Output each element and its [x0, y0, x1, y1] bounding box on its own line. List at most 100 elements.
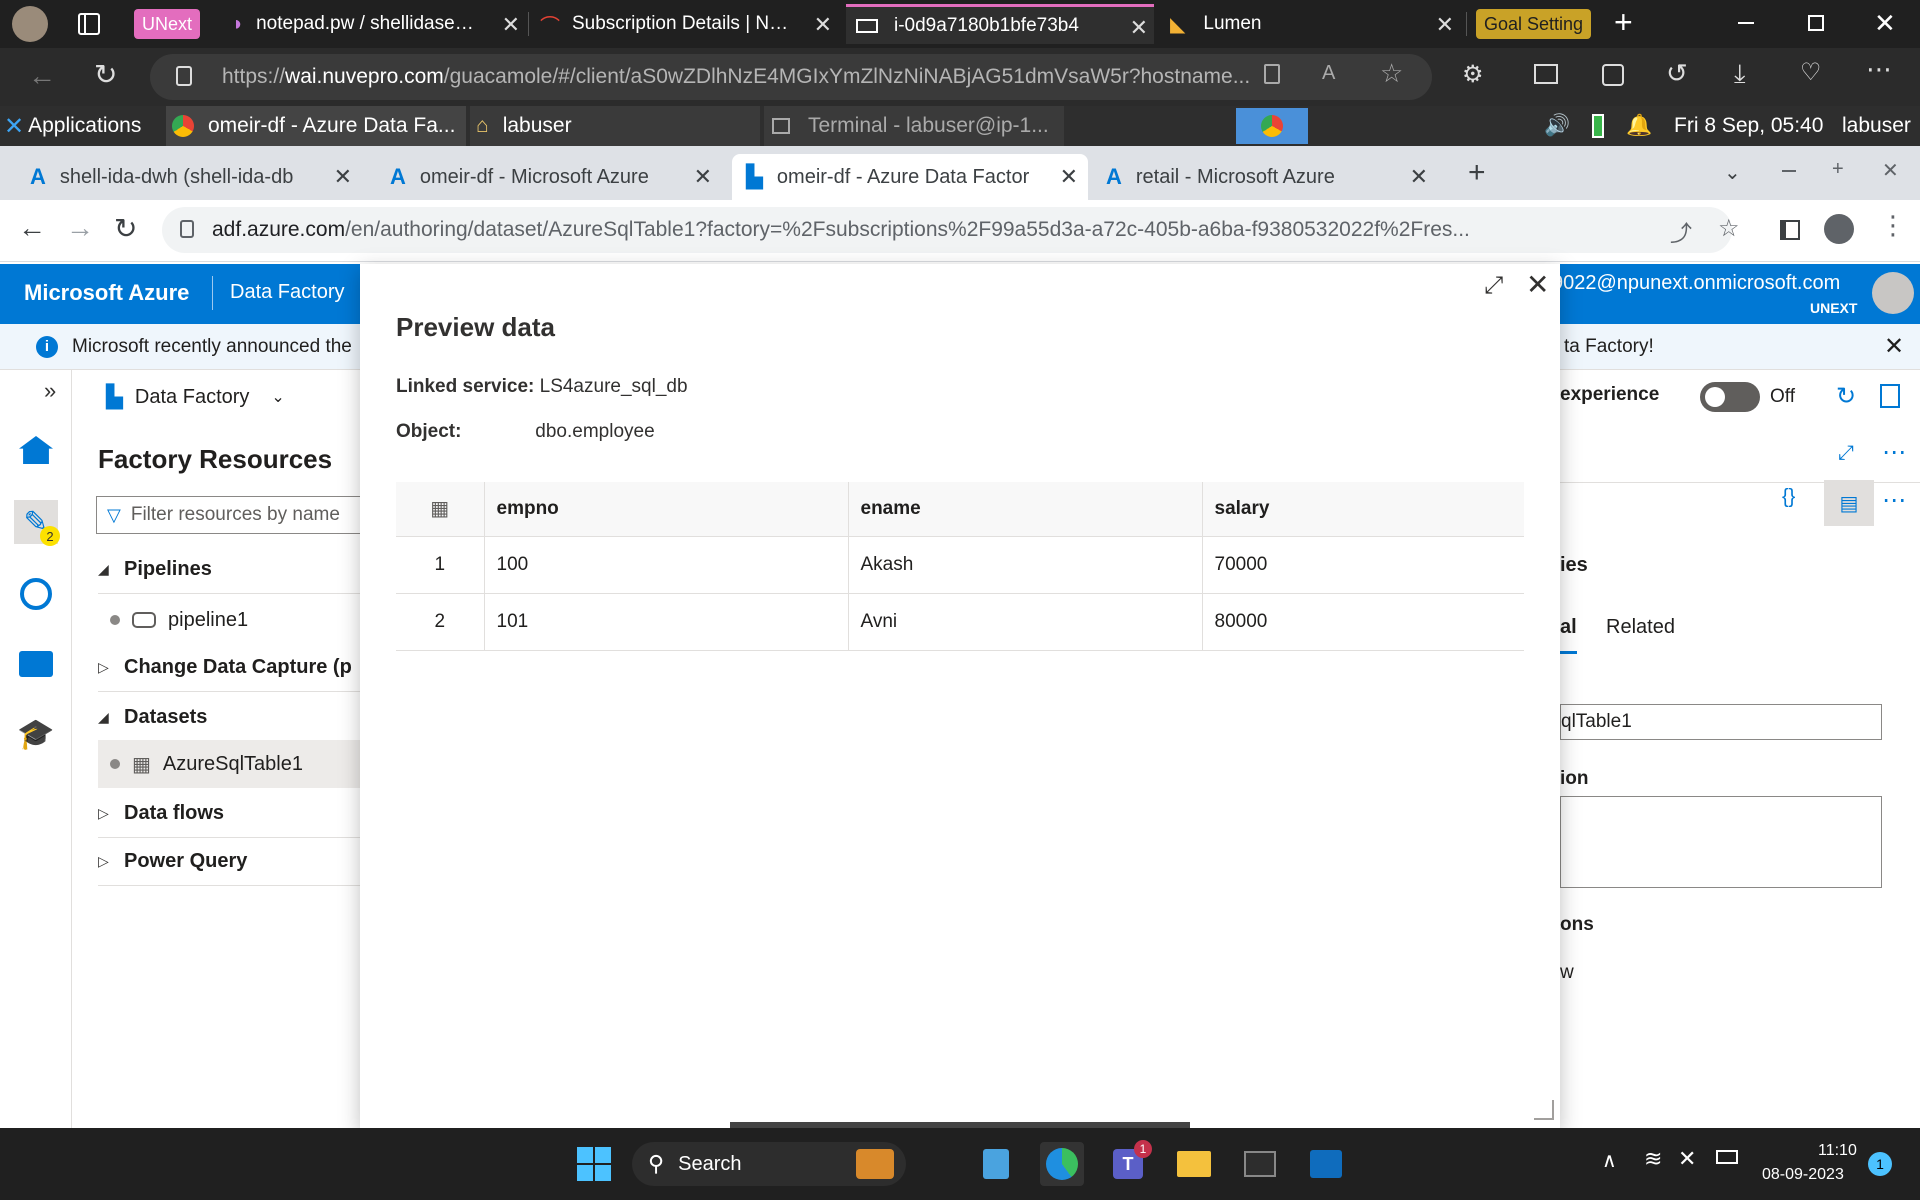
expand-nav-icon[interactable]: » [44, 378, 56, 404]
chrome-maximize-icon[interactable]: + [1832, 158, 1844, 181]
minimize-icon[interactable] [1738, 22, 1754, 24]
performance-icon[interactable]: ♡ [1800, 58, 1822, 87]
share-icon[interactable]: ⤴ [1670, 216, 1692, 248]
tab-general[interactable]: al [1560, 616, 1577, 654]
manage-toolbox-icon[interactable] [14, 642, 58, 686]
account-email[interactable]: 9022@npunext.onmicrosoft.com [1552, 272, 1840, 295]
column-header-ename[interactable]: ename [847, 482, 1202, 537]
more-options-icon[interactable]: ⋯ [1882, 486, 1906, 515]
azure-brand[interactable]: Microsoft Azure [24, 280, 189, 306]
name-field[interactable]: qlTable1 [1560, 704, 1882, 740]
notepad-icon[interactable] [974, 1142, 1018, 1186]
notification-bell-icon[interactable]: 🔔 [1626, 106, 1652, 146]
resize-grip-icon[interactable] [1534, 1100, 1554, 1120]
show-hidden-icons[interactable]: ∧ [1602, 1148, 1617, 1173]
chrome-tab-retail[interactable]: A retail - Microsoft Azure ✕ [1098, 154, 1438, 200]
chrome-profile-icon[interactable] [1824, 214, 1854, 244]
bookmark-star-icon[interactable]: ☆ [1718, 214, 1740, 243]
edge-tab-instance[interactable]: i-0d9a7180b1bfe73b4 ✕ [846, 4, 1154, 44]
profile-avatar[interactable] [12, 6, 48, 42]
more-icon[interactable]: ⋯ [1882, 438, 1906, 467]
wifi-icon[interactable]: ≋ [1644, 1146, 1662, 1172]
code-braces-icon[interactable]: {} [1782, 486, 1795, 509]
experience-toggle[interactable] [1700, 382, 1760, 412]
restore-icon[interactable] [1808, 15, 1824, 31]
tab-search-icon[interactable]: ⌄ [1724, 160, 1741, 185]
side-panel-icon[interactable] [1780, 220, 1800, 240]
service-name[interactable]: Data Factory [230, 281, 344, 304]
learning-center-icon[interactable]: 🎓 [14, 712, 58, 756]
panel-window-chrome[interactable]: omeir-df - Azure Data Fa... [166, 106, 466, 146]
chrome-back-icon[interactable]: ← [18, 212, 46, 244]
close-icon[interactable]: ✕ [694, 164, 712, 190]
discard-icon[interactable] [1880, 384, 1900, 408]
panel-window-labuser[interactable]: ⌂ labuser [470, 106, 760, 146]
filter-resources-input[interactable]: ▽ Filter resources by name [96, 496, 362, 534]
refresh-icon[interactable]: ↻ [94, 58, 117, 91]
close-icon[interactable]: ✕ [1060, 164, 1078, 190]
close-icon[interactable]: ✕ [502, 12, 520, 38]
tab-related[interactable]: Related [1606, 616, 1675, 639]
read-aloud-icon[interactable]: A [1322, 62, 1335, 85]
maximize-dialog-icon[interactable]: ⤢ [1484, 272, 1503, 300]
panel-user[interactable]: labuser [1842, 106, 1911, 146]
tree-datasets[interactable]: ◢ Datasets [98, 694, 362, 742]
panel-clock[interactable]: Fri 8 Sep, 05:40 [1674, 106, 1823, 146]
chrome-close-icon[interactable]: ✕ [1882, 158, 1899, 183]
tree-change-data-capture[interactable]: ▷ Change Data Capture (p [98, 644, 362, 692]
description-field[interactable] [1560, 796, 1882, 888]
tree-item-azuresqltable1[interactable]: ▦ AzureSqlTable1 [98, 740, 362, 788]
notification-count-badge[interactable]: 1 [1868, 1152, 1892, 1176]
refresh-icon[interactable]: ↻ [1836, 382, 1856, 411]
new-tab-button[interactable]: + [1614, 4, 1633, 41]
back-icon[interactable]: ← [28, 60, 56, 92]
extensions-icon[interactable]: ⚙ [1462, 60, 1484, 89]
favorite-star-icon[interactable]: ☆ [1380, 58, 1403, 89]
close-icon[interactable]: ✕ [1130, 15, 1148, 41]
goal-setting-chip[interactable]: Goal Setting [1476, 9, 1592, 39]
split-screen-icon[interactable] [1534, 64, 1558, 84]
battery-icon[interactable] [1716, 1150, 1738, 1164]
edge-icon[interactable] [1040, 1142, 1084, 1186]
column-header-salary[interactable]: salary [1201, 482, 1524, 537]
file-explorer-icon[interactable] [1172, 1142, 1216, 1186]
clipboard-icon[interactable] [1264, 64, 1280, 84]
history-icon[interactable]: ↺ [1666, 58, 1688, 89]
outlook-icon[interactable] [1304, 1142, 1348, 1186]
monitor-icon[interactable] [14, 572, 58, 616]
more-options-icon[interactable]: ⋯ [1866, 54, 1892, 85]
tree-item-pipeline1[interactable]: pipeline1 [98, 596, 362, 644]
close-dialog-icon[interactable]: ✕ [1526, 268, 1549, 301]
chrome-tab-omeir-adf[interactable]: ▙ omeir-df - Azure Data Factor ✕ [732, 154, 1088, 200]
chrome-new-tab-button[interactable]: + [1468, 156, 1486, 190]
close-icon[interactable]: ✕ [814, 12, 832, 38]
close-icon[interactable]: ✕ [334, 164, 352, 190]
chrome-refresh-icon[interactable]: ↻ [114, 212, 137, 245]
chrome-tab-omeir-azure[interactable]: A omeir-df - Microsoft Azure ✕ [382, 154, 722, 200]
battery-icon[interactable] [1592, 114, 1604, 138]
chrome-menu-icon[interactable]: ⋮ [1880, 210, 1906, 241]
chrome-tab-shell-ida[interactable]: A shell-ida-dwh (shell-ida-db ✕ [22, 154, 362, 200]
author-pencil-icon[interactable]: ✎ 2 [14, 500, 60, 546]
expand-icon[interactable]: ⤢ [1838, 442, 1854, 465]
tree-power-query[interactable]: ▷ Power Query [98, 838, 362, 886]
taskbar-time[interactable]: 11:10 [1818, 1142, 1857, 1160]
unext-chip[interactable]: UNext [134, 9, 201, 39]
edge-tab-subscription[interactable]: ⌒ Subscription Details | Nuvepro ✕ [534, 4, 838, 44]
chrome-forward-icon[interactable]: → [66, 212, 94, 244]
edge-tab-lumen[interactable]: ◣ Lumen ✕ [1162, 4, 1460, 44]
chrome-url-field[interactable]: adf.azure.com/en/authoring/dataset/Azure… [162, 207, 1732, 253]
applications-menu[interactable]: ✕ Applications [4, 106, 141, 146]
edge-tab-notepad[interactable]: ◗ notepad.pw / shellidasep23 ✕ [226, 4, 526, 44]
close-icon[interactable]: ✕ [1436, 12, 1454, 38]
close-icon[interactable]: ✕ [1410, 164, 1428, 190]
taskbar-date[interactable]: 08-09-2023 [1762, 1166, 1844, 1184]
user-avatar[interactable] [1872, 272, 1914, 314]
data-factory-dropdown[interactable]: ▙ Data Factory ⌄ [106, 384, 285, 410]
volume-muted-icon[interactable]: ✕ [1678, 1146, 1696, 1172]
taskbar-search[interactable]: ⚲ Search [632, 1142, 906, 1186]
workspace-switcher[interactable] [1236, 108, 1308, 144]
column-header-empno[interactable]: empno [483, 482, 848, 537]
tree-data-flows[interactable]: ▷ Data flows [98, 790, 362, 838]
close-window-icon[interactable]: ✕ [1874, 8, 1896, 39]
